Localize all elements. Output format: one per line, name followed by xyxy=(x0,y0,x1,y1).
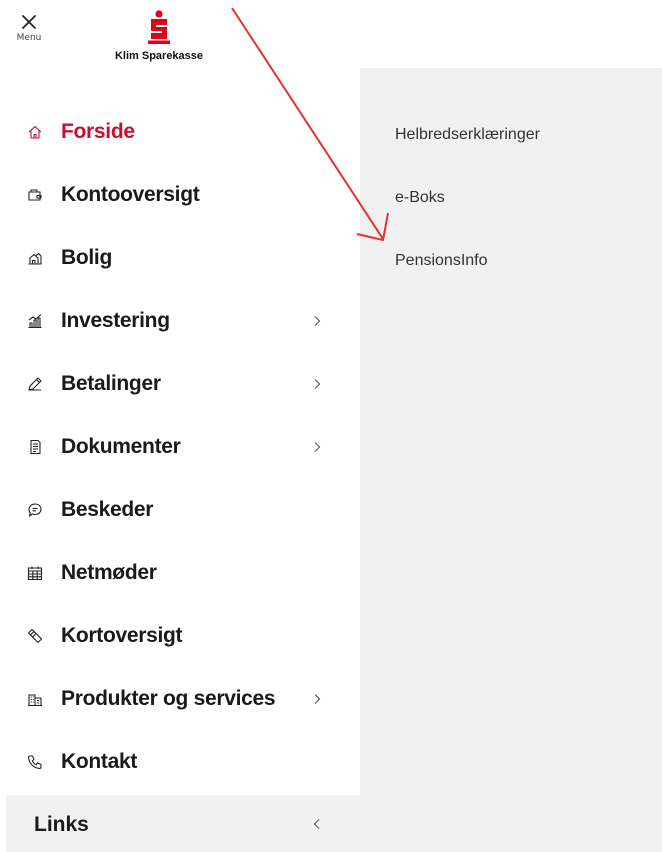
chevron-right-icon xyxy=(314,693,321,704)
chevron-right-icon xyxy=(314,378,321,389)
card-icon xyxy=(27,628,43,644)
calendar-icon xyxy=(27,565,43,581)
submenu-link-helbredserklaeringer[interactable]: Helbredserklæringer xyxy=(395,126,540,144)
nav-item-produkter[interactable]: Produkter og services xyxy=(0,667,360,730)
chevron-right-icon xyxy=(314,441,321,452)
chevron-right-icon xyxy=(314,315,321,326)
submenu-link-pensionsinfo[interactable]: PensionsInfo xyxy=(395,252,488,270)
nav-item-dokumenter[interactable]: Dokumenter xyxy=(0,415,360,478)
nav-item-kortoversigt[interactable]: Kortoversigt xyxy=(0,604,360,667)
nav-label-netmoder: Netmøder xyxy=(61,560,157,584)
chevron-left-icon xyxy=(313,819,320,829)
nav-label-kortoversigt: Kortoversigt xyxy=(61,623,183,647)
nav-item-kontakt[interactable]: Kontakt xyxy=(0,730,360,793)
nav-label-bolig: Bolig xyxy=(61,245,112,269)
nav-item-kontooversigt[interactable]: Kontooversigt xyxy=(0,163,360,226)
building-icon xyxy=(27,250,43,266)
document-icon xyxy=(27,439,43,455)
nav-item-forside[interactable]: Forside xyxy=(0,100,360,163)
chart-icon xyxy=(27,313,43,329)
main-nav: Forside Kontooversigt Bolig Investering … xyxy=(0,100,360,793)
nav-item-beskeder[interactable]: Beskeder xyxy=(0,478,360,541)
wallet-icon xyxy=(27,187,43,203)
chat-icon xyxy=(27,502,43,518)
menu-label: Menu xyxy=(16,33,42,43)
logo-text: Klim Sparekasse xyxy=(114,50,204,62)
nav-label-forside: Forside xyxy=(61,119,135,143)
logo[interactable]: Klim Sparekasse xyxy=(104,10,214,62)
nav-item-investering[interactable]: Investering xyxy=(0,289,360,352)
nav-label-investering: Investering xyxy=(61,308,170,332)
nav-label-beskeder: Beskeder xyxy=(61,497,154,521)
nav-label-dokumenter: Dokumenter xyxy=(61,434,181,458)
close-menu-button[interactable]: Menu xyxy=(14,10,44,50)
home-icon xyxy=(27,124,43,140)
office-icon xyxy=(27,691,43,707)
links-submenu-panel: Helbredserklæringer e-Boks PensionsInfo xyxy=(360,68,662,852)
nav-item-netmoder[interactable]: Netmøder xyxy=(0,541,360,604)
nav-item-links[interactable]: Links xyxy=(6,795,360,852)
nav-item-bolig[interactable]: Bolig xyxy=(0,226,360,289)
nav-label-produkter: Produkter og services xyxy=(61,686,276,710)
nav-label-betalinger: Betalinger xyxy=(61,371,161,395)
sparekasse-logo-icon xyxy=(148,10,170,44)
pen-icon xyxy=(27,376,43,392)
phone-icon xyxy=(27,754,43,770)
nav-label-kontakt: Kontakt xyxy=(61,749,138,773)
nav-item-betalinger[interactable]: Betalinger xyxy=(0,352,360,415)
submenu-link-eboks[interactable]: e-Boks xyxy=(395,189,445,207)
nav-label-links: Links xyxy=(34,813,89,836)
close-icon xyxy=(22,15,36,29)
nav-label-kontooversigt: Kontooversigt xyxy=(61,182,200,206)
